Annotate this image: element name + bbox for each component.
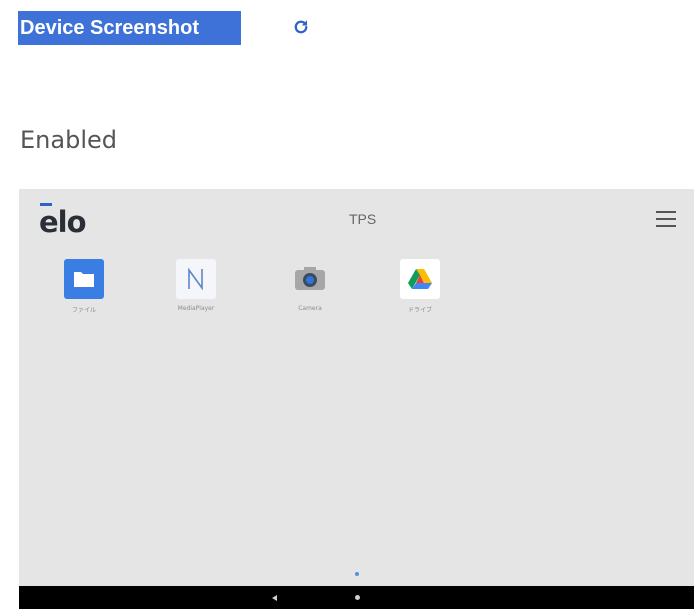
refresh-button[interactable] — [288, 14, 314, 40]
app-label: Camera — [298, 305, 322, 312]
n-app-icon — [176, 259, 216, 299]
app-camera[interactable]: Camera — [265, 259, 355, 312]
app-drive[interactable]: ドライブ — [375, 259, 465, 314]
app-media-player[interactable]: MediaPlayer — [151, 259, 241, 312]
elo-logo: elo — [39, 205, 87, 239]
home-dot-icon[interactable] — [355, 595, 360, 600]
device-screenshot: elo TPS ファイル MediaPlayer Camera ドライブ — [19, 189, 694, 609]
app-label: ドライブ — [407, 307, 432, 314]
device-nav-bar — [19, 586, 694, 609]
page-title: Device Screenshot — [18, 11, 241, 45]
google-drive-icon — [400, 259, 440, 299]
camera-icon — [290, 259, 330, 299]
status-text: Enabled — [20, 126, 117, 154]
page-indicator — [355, 572, 359, 576]
hamburger-menu-icon[interactable] — [656, 211, 676, 228]
refresh-icon — [294, 20, 308, 34]
app-files[interactable]: ファイル — [39, 259, 129, 314]
device-title: TPS — [349, 211, 377, 227]
files-folder-icon — [64, 259, 104, 299]
back-triangle-icon[interactable] — [272, 595, 277, 601]
app-label: ファイル — [71, 307, 96, 314]
app-label: MediaPlayer — [177, 305, 215, 312]
